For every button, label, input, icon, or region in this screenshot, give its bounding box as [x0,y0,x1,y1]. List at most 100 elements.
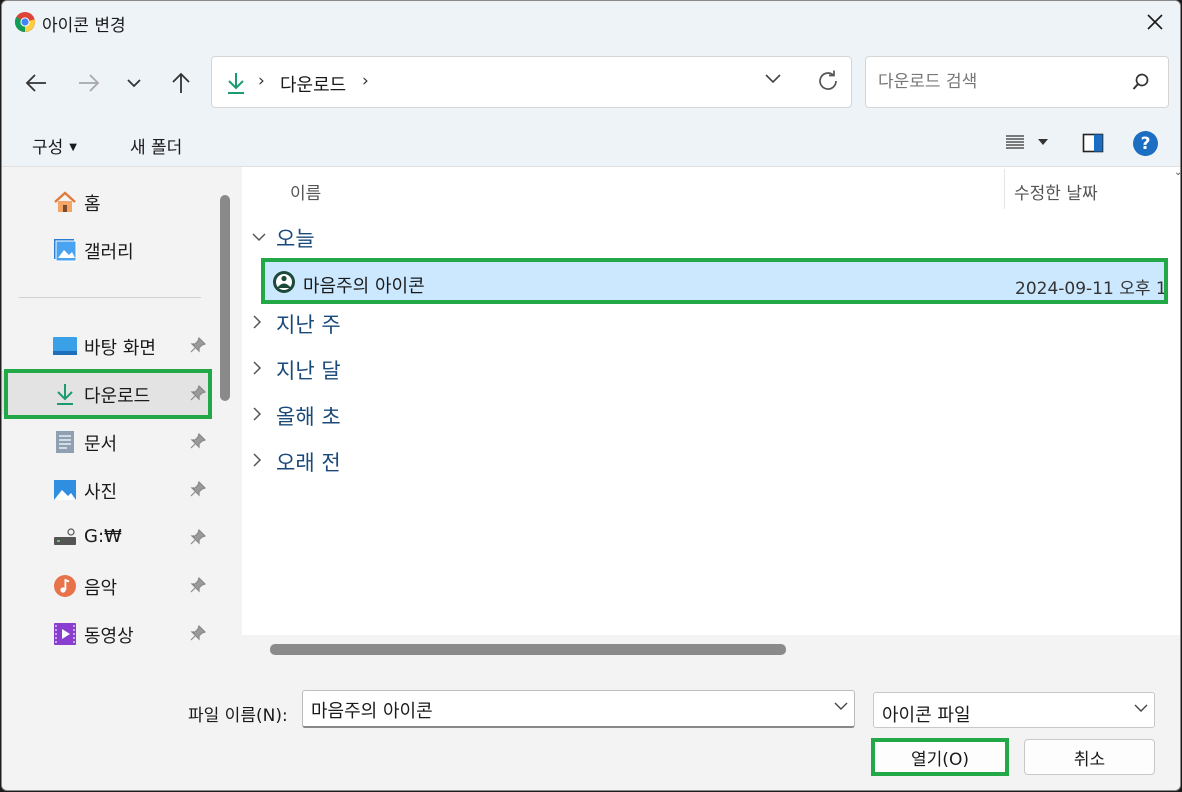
search-input[interactable] [878,70,1118,94]
chevron-down-icon [1134,704,1148,712]
sidebar-item-videos[interactable]: 동영상 [2,611,212,655]
back-button[interactable] [20,67,52,99]
search-icon[interactable] [1132,73,1150,91]
breadcrumb-separator: › [258,71,265,91]
organize-label: 구성 [32,138,64,158]
arrow-up-icon [172,72,190,93]
sidebar-item-desktop[interactable]: 바탕 화면 [2,323,212,367]
sidebar-scrollbar[interactable] [220,195,230,401]
pin-icon[interactable] [190,337,206,353]
group-last-week[interactable]: 지난 주 [252,307,341,341]
desktop-icon [52,333,78,359]
address-bar[interactable]: › 다운로드 › [211,56,852,108]
group-last-month[interactable]: 지난 달 [252,353,341,387]
video-icon [52,621,78,647]
group-today[interactable]: 오늘 [252,221,315,255]
chevron-down-icon[interactable] [834,701,848,711]
navigation-pane: 홈 갤러리 바탕 화면 다운로드 문서 사진 G:₩ 음악 동영상 [2,167,214,661]
sidebar-item-home[interactable]: 홈 [2,179,212,223]
sidebar-item-drive-g[interactable]: G:₩ [2,515,212,559]
filename-input[interactable] [311,698,821,722]
column-divider[interactable] [1004,169,1005,209]
chevron-down-icon [127,79,141,88]
chevron-right-icon [252,453,270,471]
pin-icon[interactable] [190,385,206,401]
sidebar-item-downloads[interactable]: 다운로드 [2,371,212,415]
sidebar-item-music[interactable]: 음악 [2,563,212,607]
title-bar: 아이콘 변경 [2,1,1180,43]
chevron-right-icon [252,361,270,379]
arrow-left-icon [25,74,46,92]
filename-label: 파일 이름(N): [188,706,288,726]
download-icon [228,73,244,94]
chevron-down-icon[interactable] [764,73,782,85]
sidebar-item-label: 바탕 화면 [84,338,156,359]
forward-button[interactable] [73,67,105,99]
sidebar-divider [19,297,201,298]
open-button[interactable]: 열기(O) [874,739,1006,775]
file-date: 2024-09-11 오후 1:08 [1015,279,1166,299]
sidebar-item-gallery[interactable]: 갤러리 [2,227,212,271]
close-button[interactable] [1140,7,1170,37]
filetype-value: 아이콘 파일 [882,705,971,726]
arrow-right-icon [79,74,100,92]
file-open-dialog: 아이콘 변경 › 다운로드 › 다운로드 검색 구성 ▼ 새 폴더 ? 홈 갤러… [1,0,1181,791]
file-icon [273,271,295,293]
sidebar-item-label: 음악 [84,578,118,599]
up-button[interactable] [165,67,197,99]
window-title: 아이콘 변경 [42,16,126,36]
cancel-button[interactable]: 취소 [1024,739,1155,775]
refresh-icon[interactable] [816,69,840,93]
group-label: 지난 주 [276,313,341,337]
download-icon [52,381,78,407]
group-earlier-this-year[interactable]: 올해 초 [252,399,341,433]
music-icon [52,573,78,599]
pin-icon[interactable] [190,433,206,449]
sidebar-item-label: 문서 [84,434,118,455]
filename-field[interactable] [302,690,855,728]
chrome-icon [14,12,35,33]
pictures-icon [52,477,78,503]
column-date-modified[interactable]: 수정한 날짜 [1014,179,1098,204]
file-name: 마음주의 아이콘 [303,276,425,297]
sidebar-item-label: 홈 [84,194,101,215]
file-row[interactable]: 마음주의 아이콘 2024-09-11 오후 1:08 [264,261,1166,303]
pin-icon[interactable] [190,481,206,497]
caret-down-icon: ▼ [69,142,77,153]
sidebar-item-label: 동영상 [84,626,134,647]
group-label: 오늘 [276,227,315,251]
file-list: 이름 수정한 날짜 ⌄ 오늘 마음주의 아이콘 2024-09-11 오후 1:… [242,167,1180,661]
view-options-button[interactable] [1004,133,1048,151]
sort-caret-icon: ⌄ [1174,167,1180,178]
chevron-down-icon [252,230,270,246]
group-label: 오래 전 [276,451,341,475]
list-view-icon [1006,135,1024,149]
close-icon [1147,14,1163,30]
sidebar-item-pictures[interactable]: 사진 [2,467,212,511]
home-icon [52,189,78,215]
search-box[interactable] [865,56,1169,108]
pin-icon[interactable] [190,625,206,641]
document-icon [52,429,78,455]
group-label: 지난 달 [276,359,341,383]
organize-menu[interactable]: 구성 ▼ [32,133,77,158]
preview-pane-icon[interactable] [1082,132,1104,154]
dialog-footer: 파일 이름(N): 아이콘 파일 열기(O) 취소 [2,661,1180,790]
new-folder-button[interactable]: 새 폴더 [130,133,182,158]
group-label: 올해 초 [276,405,341,429]
pin-icon[interactable] [190,577,206,593]
recent-locations-button[interactable] [118,67,150,99]
column-name[interactable]: 이름 [290,179,321,204]
breadcrumb-location[interactable]: 다운로드 [280,71,346,97]
column-header: 이름 수정한 날짜 ⌄ [242,167,1180,211]
filetype-select[interactable]: 아이콘 파일 [873,692,1155,728]
sidebar-item-documents[interactable]: 문서 [2,419,212,463]
caret-down-icon [1038,139,1048,145]
help-icon[interactable]: ? [1133,131,1158,156]
group-long-ago[interactable]: 오래 전 [252,445,341,479]
pin-icon[interactable] [190,529,206,545]
breadcrumb-separator[interactable]: › [362,71,369,91]
horizontal-scrollbar[interactable] [270,644,786,655]
sidebar-item-label: G:₩ [84,526,122,547]
sidebar-item-label: 갤러리 [84,242,134,263]
